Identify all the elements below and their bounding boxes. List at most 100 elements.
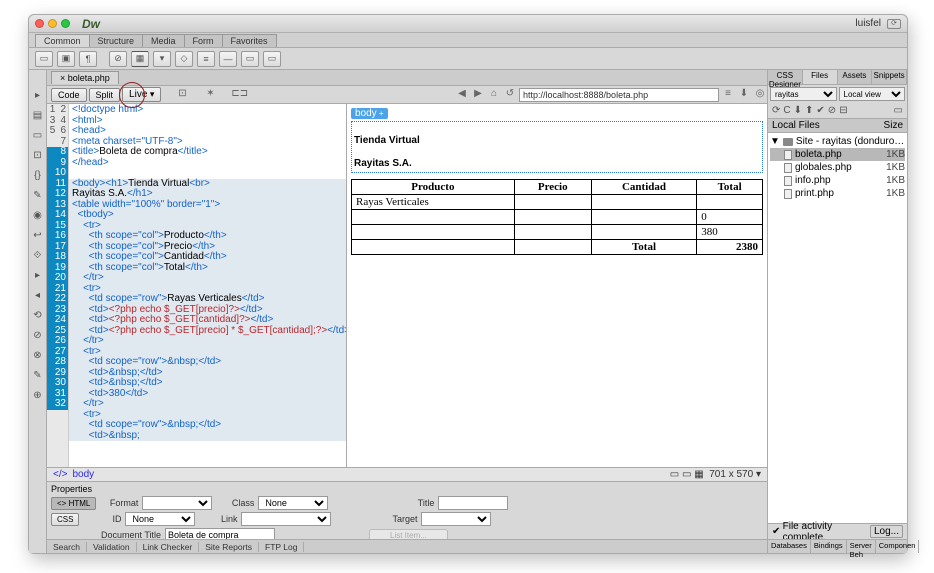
target-select[interactable] (421, 512, 491, 526)
tab-media[interactable]: Media (142, 34, 185, 47)
php-file-icon (784, 150, 792, 160)
forward-icon[interactable]: ▶ (471, 88, 485, 102)
checkout-icon[interactable]: ✔ (816, 105, 824, 116)
minimize-icon[interactable] (48, 19, 57, 28)
balance-icon[interactable]: {} (32, 170, 44, 182)
live-opts-icon[interactable]: ✶ (203, 88, 217, 102)
document-tab[interactable]: × boleta.php (51, 71, 119, 84)
tab-form[interactable]: Form (184, 34, 223, 47)
remove-comment-icon[interactable]: ⊗ (32, 350, 44, 362)
file-row[interactable]: info.php1KB (770, 174, 905, 187)
tab-files[interactable]: Files (803, 70, 838, 84)
div-icon[interactable]: ▭ (35, 51, 53, 67)
class-label: Class (216, 498, 254, 508)
log-button[interactable]: Log... (870, 525, 903, 538)
tab-server-beh[interactable]: Server Beh (847, 540, 876, 553)
tab-site-reports[interactable]: Site Reports (199, 542, 259, 552)
view-select[interactable]: Local view (839, 87, 906, 101)
menu-icon[interactable]: ≡ (721, 88, 735, 102)
wrap-icon[interactable]: ↩ (32, 230, 44, 242)
expand-icon[interactable]: ▭ (32, 130, 44, 142)
chars-icon[interactable]: ▭ (241, 51, 259, 67)
file-mgmt-icon[interactable]: ⊡ (175, 88, 189, 102)
indent-icon[interactable]: ▸ (32, 270, 44, 282)
link-icon[interactable]: ⊘ (109, 51, 127, 67)
site-select[interactable]: rayitas (770, 87, 837, 101)
sync-icon[interactable]: ⟳ (887, 19, 901, 29)
body-chip[interactable]: body + (351, 108, 388, 119)
html-tab-button[interactable]: <> HTML (51, 497, 96, 510)
more-icon[interactable]: ▭ (263, 51, 281, 67)
tab-search[interactable]: Search (47, 542, 87, 552)
line-gutter: 1 2 3 4 5 6 7 8 9 10 11 12 13 14 15 16 1… (47, 104, 69, 467)
files-panel: CSS Designer Files Assets Snippets rayit… (767, 70, 907, 553)
image-icon[interactable]: ▣ (57, 51, 75, 67)
format-icon[interactable]: ⟲ (32, 310, 44, 322)
format-select[interactable] (142, 496, 212, 510)
tab-css-designer[interactable]: CSS Designer (768, 70, 803, 84)
class-select[interactable]: None (258, 496, 328, 510)
hr-icon[interactable]: — (219, 51, 237, 67)
tab-validation[interactable]: Validation (87, 542, 137, 552)
code-pane[interactable]: 1 2 3 4 5 6 7 8 9 10 11 12 13 14 15 16 1… (47, 104, 347, 467)
select-parent-icon[interactable]: ⊡ (32, 150, 44, 162)
move-icon[interactable]: ⊕ (32, 390, 44, 402)
tab-snippets[interactable]: Snippets (872, 70, 907, 84)
syntax-icon[interactable]: ⟐ (32, 250, 44, 262)
title-input[interactable] (438, 496, 508, 510)
link-label: Link (199, 514, 237, 524)
expand-files-icon[interactable]: ▭ (894, 105, 903, 116)
tab-favorites[interactable]: Favorites (222, 34, 277, 47)
script-icon[interactable]: ◇ (175, 51, 193, 67)
list-icon[interactable]: ≡ (197, 51, 215, 67)
split-view-button[interactable]: Split (89, 88, 121, 102)
tag-selector[interactable]: </> body ▭ ▭ ▦ 701 x 570 ▾ (47, 467, 767, 481)
line-numbers-icon[interactable]: ✎ (32, 190, 44, 202)
inspect-icon[interactable]: ⊏⊐ (231, 88, 245, 102)
checkin-icon[interactable]: ⊘ (828, 105, 836, 116)
apply-comment-icon[interactable]: ⊘ (32, 330, 44, 342)
tab-link-checker[interactable]: Link Checker (137, 542, 200, 552)
refresh-icon[interactable]: ↺ (503, 88, 517, 102)
recent-snippet-icon[interactable]: ✎ (32, 370, 44, 382)
code-view-button[interactable]: Code (51, 88, 87, 102)
connect-icon[interactable]: ⟳ (772, 105, 780, 116)
tab-structure[interactable]: Structure (89, 34, 144, 47)
back-icon[interactable]: ◀ (455, 88, 469, 102)
head-icon[interactable]: ▾ (153, 51, 171, 67)
get-icon[interactable]: ⬇ (794, 105, 802, 116)
put-icon[interactable]: ⬆ (805, 105, 813, 116)
id-select[interactable]: None (125, 512, 195, 526)
collapse-icon[interactable]: ▤ (32, 110, 44, 122)
address-bar[interactable]: http://localhost:8888/boleta.php (519, 88, 719, 102)
zoom-icon[interactable] (61, 19, 70, 28)
css-tab-button[interactable]: CSS (51, 513, 79, 526)
home-icon[interactable]: ⌂ (487, 88, 501, 102)
link-select[interactable] (241, 512, 331, 526)
live-preview[interactable]: body + Tienda VirtualRayitas S.A. Produc… (347, 104, 767, 467)
tab-bindings[interactable]: Bindings (811, 540, 847, 553)
view-toolbar: Code Split Live ▾ ⊡ ✶ ⊏⊐ ◀ ▶ ⌂ ↺ http://… (47, 86, 767, 104)
table-icon[interactable]: ▦ (131, 51, 149, 67)
tab-ftp-log[interactable]: FTP Log (259, 542, 304, 552)
outdent-icon[interactable]: ◂ (32, 290, 44, 302)
code-editor[interactable]: <!doctype html> <html> <head> <meta char… (69, 104, 346, 467)
tab-databases[interactable]: Databases (768, 540, 811, 553)
tab-assets[interactable]: Assets (838, 70, 873, 84)
file-row[interactable]: boleta.php1KB (770, 148, 905, 161)
id-label: ID (83, 514, 121, 524)
sync2-icon[interactable]: ⊟ (839, 105, 847, 116)
settings-icon[interactable]: ◎ (753, 88, 767, 102)
highlight-icon[interactable]: ◉ (32, 210, 44, 222)
file-row[interactable]: globales.php1KB (770, 161, 905, 174)
file-row[interactable]: print.php1KB (770, 187, 905, 200)
refresh-files-icon[interactable]: C (783, 105, 790, 116)
open-docs-icon[interactable]: ▸ (32, 90, 44, 102)
close-icon[interactable] (35, 19, 44, 28)
tab-components[interactable]: Componen (876, 540, 920, 553)
para-icon[interactable]: ¶ (79, 51, 97, 67)
tab-common[interactable]: Common (35, 34, 90, 47)
live-view-button[interactable]: Live ▾ (122, 87, 161, 102)
file-tree[interactable]: ▼Site - rayitas (donduro:Users:luisf... … (768, 133, 907, 523)
download-icon[interactable]: ⬇ (737, 88, 751, 102)
